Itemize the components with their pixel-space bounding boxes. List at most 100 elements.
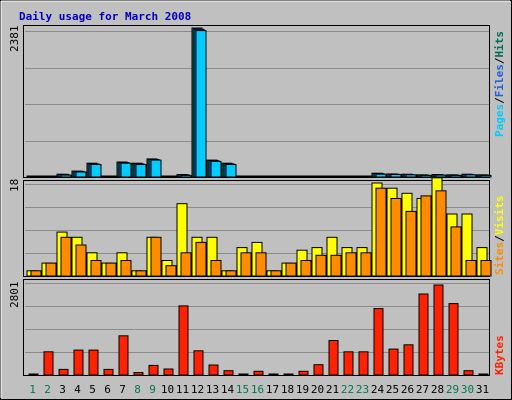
bar-kbytes-day-30 xyxy=(463,370,474,376)
bar-pages-day-31 xyxy=(480,174,492,178)
legend-sites: Sites xyxy=(493,242,506,275)
bar-kbytes-day-9 xyxy=(148,364,159,376)
bar-pages-day-5 xyxy=(90,164,102,178)
x-tick-label: 3 xyxy=(59,383,66,396)
bar-pages-day-30 xyxy=(465,174,477,178)
x-tick-label: 24 xyxy=(371,383,385,396)
bar-sites-day-4 xyxy=(75,244,87,277)
bar-pages-day-25 xyxy=(390,174,402,178)
bar-pages-day-3 xyxy=(60,174,72,178)
x-tick-label: 17 xyxy=(266,383,279,396)
x-tick-label: 19 xyxy=(296,383,309,396)
bar-pages-day-7 xyxy=(120,162,132,178)
bar-sites-day-27 xyxy=(420,195,432,277)
bar-pages-day-11 xyxy=(180,174,192,178)
bar-sites-day-17 xyxy=(270,270,282,277)
bar-kbytes-day-3 xyxy=(58,368,69,376)
bar-sites-day-31 xyxy=(480,260,492,277)
bar-kbytes-day-4 xyxy=(73,349,84,376)
bar-pages-day-16 xyxy=(255,175,267,178)
bar-kbytes-day-10 xyxy=(163,368,174,376)
bar-sites-day-21 xyxy=(330,254,342,277)
bar-pages-day-20 xyxy=(315,175,327,178)
bar-kbytes-day-11 xyxy=(178,305,189,376)
bar-pages-day-13 xyxy=(210,160,222,178)
x-tick-label: 26 xyxy=(401,383,414,396)
bar-pages-day-14 xyxy=(225,164,237,178)
x-tick-label: 16 xyxy=(251,383,264,396)
bar-sites-day-13 xyxy=(210,260,222,277)
bar-sites-day-9 xyxy=(150,236,162,277)
bar-kbytes-day-16 xyxy=(253,370,264,376)
bar-kbytes-day-6 xyxy=(103,368,114,376)
bar-pages-day-27 xyxy=(420,174,432,178)
x-tick-label: 29 xyxy=(446,383,459,396)
bar-sites-day-29 xyxy=(450,226,462,277)
bar-kbytes-day-19 xyxy=(298,370,309,376)
x-tick-label: 18 xyxy=(281,383,294,396)
bar-kbytes-day-13 xyxy=(208,364,219,376)
bar-sites-day-22 xyxy=(345,252,357,277)
bar-sites-day-28 xyxy=(435,190,447,277)
bar-sites-day-3 xyxy=(60,236,72,277)
usage-chart-window: Daily usage for March 2008 2381 18 2801 … xyxy=(0,0,512,400)
x-tick-label: 11 xyxy=(176,383,189,396)
x-tick-label: 15 xyxy=(236,383,249,396)
x-tick-label: 6 xyxy=(104,383,111,396)
bar-sites-day-11 xyxy=(180,252,192,277)
bar-pages-day-9 xyxy=(150,159,162,178)
bar-sites-day-10 xyxy=(165,265,177,277)
daily-usage-chart: Daily usage for March 2008 2381 18 2801 … xyxy=(0,0,512,400)
bar-sites-day-19 xyxy=(300,260,312,277)
x-tick-label: 9 xyxy=(149,383,156,396)
x-tick-label: 25 xyxy=(386,383,399,396)
bar-sites-day-18 xyxy=(285,262,297,277)
hits-ymax-label: 2381 xyxy=(8,26,21,53)
bar-pages-day-15 xyxy=(240,175,252,178)
bar-kbytes-day-14 xyxy=(223,370,234,376)
bar-kbytes-day-24 xyxy=(373,308,384,376)
bar-sites-day-12 xyxy=(195,241,207,277)
bar-pages-day-19 xyxy=(300,175,312,178)
x-tick-label: 8 xyxy=(134,383,141,396)
x-tick-label: 30 xyxy=(461,383,474,396)
x-tick-label: 5 xyxy=(89,383,96,396)
bar-kbytes-day-20 xyxy=(313,364,324,376)
bar-pages-day-24 xyxy=(375,173,387,178)
bar-sites-day-2 xyxy=(45,262,57,277)
x-tick-label: 2 xyxy=(44,383,51,396)
bar-sites-day-1 xyxy=(30,270,42,277)
bar-kbytes-day-2 xyxy=(43,351,54,376)
bar-sites-day-5 xyxy=(90,260,102,277)
hits-panel xyxy=(23,25,490,178)
bar-kbytes-day-12 xyxy=(193,350,204,376)
visits-ymax-label: 18 xyxy=(8,179,21,192)
bar-kbytes-day-22 xyxy=(343,351,354,376)
legend-files: Files xyxy=(493,64,506,97)
bar-pages-day-18 xyxy=(285,175,297,178)
bar-pages-day-21 xyxy=(330,175,342,178)
bar-kbytes-day-25 xyxy=(388,348,399,376)
x-tick-label: 23 xyxy=(356,383,369,396)
chart-title: Daily usage for March 2008 xyxy=(19,10,191,23)
legend-pages: Pages xyxy=(493,104,506,137)
bar-sites-day-14 xyxy=(225,270,237,277)
bar-kbytes-day-26 xyxy=(403,344,414,376)
bar-sites-day-25 xyxy=(390,198,402,277)
legend-hits: Hits xyxy=(493,31,506,58)
x-tick-label: 13 xyxy=(206,383,219,396)
bar-sites-day-15 xyxy=(240,252,252,277)
bar-kbytes-day-17 xyxy=(268,373,279,376)
bar-sites-day-26 xyxy=(405,210,417,277)
bar-kbytes-day-31 xyxy=(478,373,489,376)
bar-pages-day-26 xyxy=(405,174,417,178)
bar-sites-day-8 xyxy=(135,270,147,277)
x-tick-label: 1 xyxy=(29,383,36,396)
bar-kbytes-day-5 xyxy=(88,349,99,376)
bar-sites-day-16 xyxy=(255,252,267,277)
x-tick-label: 12 xyxy=(191,383,204,396)
bar-kbytes-day-15 xyxy=(238,373,249,376)
bar-pages-day-12 xyxy=(195,30,207,178)
bar-sites-day-24 xyxy=(375,187,387,277)
hits-series-legend: Pages/Files/Hits xyxy=(493,31,506,137)
